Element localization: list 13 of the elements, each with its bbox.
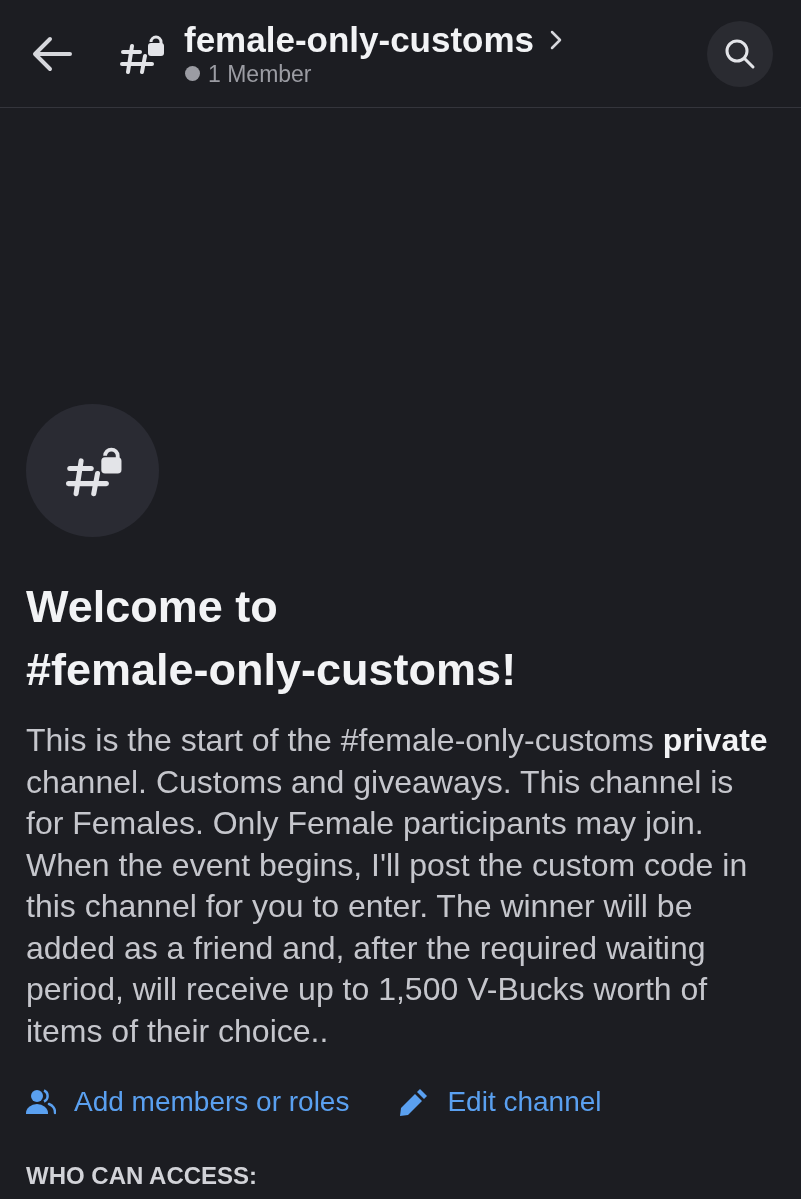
access-heading: WHO CAN ACCESS: [26,1161,259,1191]
pencil-icon [399,1087,430,1117]
people-icon [26,1089,56,1115]
welcome-heading: Welcome to #female-only-customs! [26,580,518,697]
back-arrow-icon [32,35,72,72]
search-icon [724,37,756,70]
channel-title[interactable]: female-only-customs [184,19,535,60]
add-members-link[interactable]: Add members or roles [26,1082,350,1122]
member-count: 1 Member [208,59,312,88]
chevron-right-icon [550,29,563,50]
edit-channel-link[interactable]: Edit channel [399,1082,602,1122]
locked-channel-icon [120,33,166,74]
channel-description: This is the start of the #female-only-customs private channel. Customs and giveaways. This channel is for Females. Only Female participants may join. When the event begins, I'll post the custom code in this channel for you to enter. The winner will be added as a friend and, after the required waiting period, will receive up to 1,500 V-Bucks worth of items of their choice.. [26,721,769,1051]
